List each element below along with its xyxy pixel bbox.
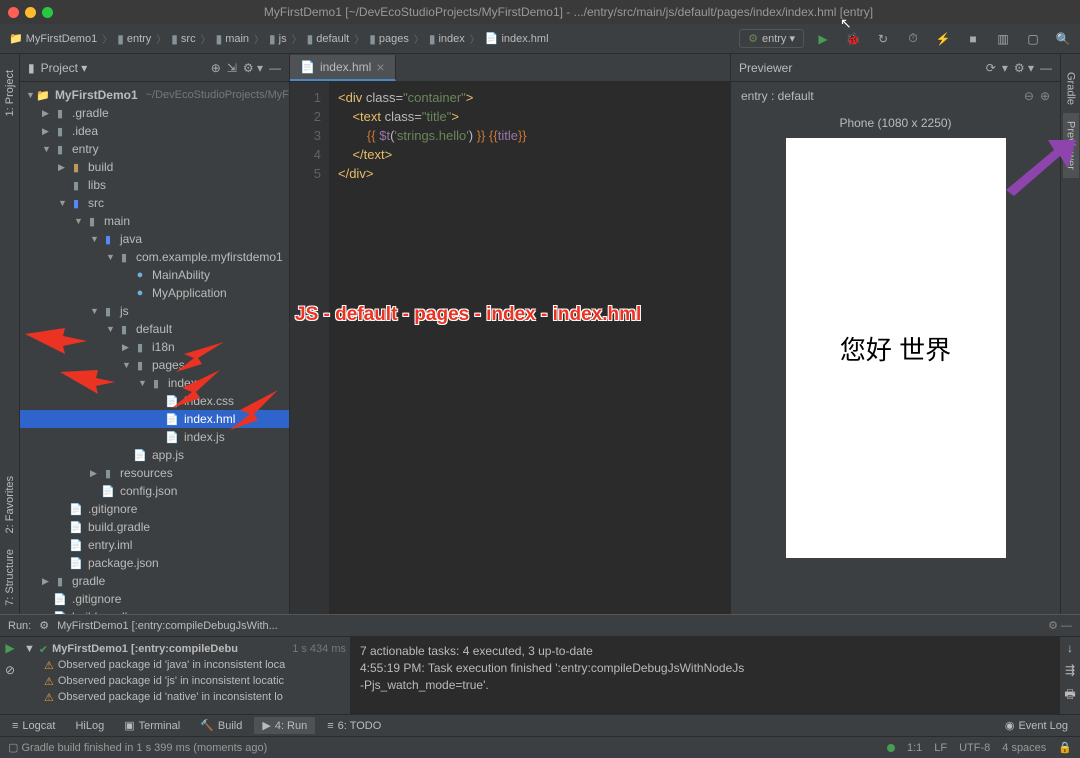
bc-main[interactable]: ▮main (213, 30, 252, 48)
run-task-title: MyFirstDemo1 [:entry:compileDebugJsWith.… (57, 620, 278, 632)
tree-item[interactable]: ●MainAbility (20, 266, 289, 284)
tree-item-js[interactable]: ▼▮js (20, 302, 289, 320)
run-button[interactable]: ▶ (812, 28, 834, 50)
window-title: MyFirstDemo1 [~/DevEcoStudioProjects/MyF… (65, 5, 1072, 19)
settings-icon[interactable]: ⚙ ▾ (243, 61, 263, 75)
tree-item-default[interactable]: ▼▮default (20, 320, 289, 338)
tree-item[interactable]: ▶▮build (20, 158, 289, 176)
refresh-icon[interactable]: ⟳ (986, 61, 996, 75)
search-button[interactable]: 🔍 (1052, 28, 1074, 50)
btab-logcat[interactable]: ≡ Logcat (4, 718, 63, 734)
tree-item[interactable]: 📄config.json (20, 482, 289, 500)
minimize-window[interactable] (25, 7, 36, 18)
sync-button[interactable]: ▥ (992, 28, 1014, 50)
close-tab-icon[interactable]: × (376, 59, 384, 75)
collapse-all-icon[interactable]: ⇲ (227, 61, 237, 75)
tree-item[interactable]: ▮libs (20, 176, 289, 194)
btab-build[interactable]: 🔨 Build (192, 717, 250, 734)
maximize-window[interactable] (42, 7, 53, 18)
side-tab-structure[interactable]: 7: Structure (2, 541, 18, 614)
previewer-title: Previewer (739, 61, 792, 75)
tree-item-index-hml[interactable]: 📄index.hml (20, 410, 289, 428)
bc-src[interactable]: ▮src (168, 30, 198, 48)
tree-item[interactable]: 📄build.gradle (20, 608, 289, 614)
avd-button[interactable]: ▢ (1022, 28, 1044, 50)
tree-item[interactable]: ▶▮gradle (20, 572, 289, 590)
btab-hilog[interactable]: HiLog (67, 718, 112, 734)
project-panel-title[interactable]: Project ▾ (41, 61, 88, 75)
tree-item[interactable]: ▼▮java (20, 230, 289, 248)
project-tree: ▼📁MyFirstDemo1~/DevEcoStudioProjects/MyF… (20, 82, 289, 614)
line-gutter: 1 2 3 4 5 (290, 82, 330, 614)
tree-item[interactable]: ●MyApplication (20, 284, 289, 302)
bc-default[interactable]: ▮default (304, 30, 353, 48)
coverage-button[interactable]: ↻ (872, 28, 894, 50)
print-icon[interactable]: 🖶 (1064, 685, 1075, 706)
attach-button[interactable]: ⚡ (932, 28, 954, 50)
tree-item[interactable]: ▶▮i18n (20, 338, 289, 356)
bc-entry[interactable]: ▮entry (114, 30, 154, 48)
tree-item[interactable]: ▼▮entry (20, 140, 289, 158)
btab-terminal[interactable]: ▣ Terminal (116, 717, 188, 734)
code-content[interactable]: <div class="container"> <text class="tit… (330, 82, 730, 614)
previewer-entry-label: entry : default (741, 89, 814, 103)
zoom-in-icon[interactable]: ⊕ (1040, 89, 1050, 103)
hide-panel-icon[interactable]: — (269, 61, 281, 75)
hide-previewer-icon[interactable]: — (1040, 61, 1052, 75)
tree-item[interactable]: 📄entry.iml (20, 536, 289, 554)
tree-root[interactable]: ▼📁MyFirstDemo1~/DevEcoStudioProjects/MyF (20, 86, 289, 104)
gear-icon[interactable]: ⚙ ▾ (1014, 61, 1034, 75)
side-tab-project[interactable]: 1: Project (2, 62, 18, 124)
rerun-icon[interactable]: ▶ (5, 641, 14, 655)
side-tab-favorites[interactable]: 2: Favorites (2, 468, 18, 541)
bc-index[interactable]: ▮index (426, 30, 468, 48)
phone-hello-text: 您好 世界 (840, 330, 951, 367)
profile-button[interactable]: ⏱ (902, 28, 924, 50)
tree-item[interactable]: 📄build.gradle (20, 518, 289, 536)
tree-item-index-folder[interactable]: ▼▮index (20, 374, 289, 392)
tree-item[interactable]: 📄app.js (20, 446, 289, 464)
tree-item[interactable]: ▶▮resources (20, 464, 289, 482)
zoom-out-icon[interactable]: ⊖ (1024, 89, 1034, 103)
tree-item-pages[interactable]: ▼▮pages (20, 356, 289, 374)
close-window[interactable] (8, 7, 19, 18)
bc-root[interactable]: 📁 MyFirstDemo1 (6, 30, 100, 47)
run-panel-label: Run: (8, 620, 31, 632)
btab-event-log[interactable]: ◉ Event Log (997, 717, 1076, 734)
tree-item[interactable]: ▶▮.gradle (20, 104, 289, 122)
soft-wrap-icon[interactable]: ⇶ (1065, 663, 1075, 677)
stop-run-icon[interactable]: ⊘ (5, 663, 15, 677)
bc-js[interactable]: ▮js (266, 30, 290, 48)
side-tab-previewer[interactable]: Previewer (1063, 113, 1079, 178)
btab-run[interactable]: ▶ 4: Run (254, 717, 315, 734)
tree-item[interactable]: ▼▮main (20, 212, 289, 230)
run-console-output[interactable]: 7 actionable tasks: 4 executed, 3 up-to-… (350, 637, 1060, 714)
tree-item[interactable]: 📄index.js (20, 428, 289, 446)
run-config-selector[interactable]: ⚙entry ▾ (739, 29, 804, 48)
editor-tab-index-hml[interactable]: 📄 index.hml × (290, 55, 396, 81)
tree-item[interactable]: 📄index.css (20, 392, 289, 410)
tree-item[interactable]: 📄.gitignore (20, 500, 289, 518)
filter-icon[interactable]: ▾ (1002, 61, 1008, 75)
phone-dimensions-label: Phone (1080 x 2250) (839, 116, 951, 130)
code-editor[interactable]: 1 2 3 4 5 <div class="container"> <text … (290, 82, 730, 614)
tree-item[interactable]: 📄package.json (20, 554, 289, 572)
phone-preview: 您好 世界 (786, 138, 1006, 558)
btab-todo[interactable]: ≡ 6: TODO (319, 718, 389, 734)
cursor-icon: ↖ (840, 15, 852, 32)
tree-item[interactable]: ▼▮com.example.myfirstdemo1 (20, 248, 289, 266)
tree-item[interactable]: ▶▮.idea (20, 122, 289, 140)
stop-button[interactable]: ■ (962, 28, 984, 50)
bc-file[interactable]: 📄 index.hml (482, 30, 552, 47)
run-settings-icon[interactable]: ⚙ — (1048, 619, 1072, 632)
tree-item[interactable]: 📄.gitignore (20, 590, 289, 608)
side-tab-gradle[interactable]: Gradle (1063, 64, 1079, 113)
scroll-to-end-icon[interactable]: ↓ (1067, 641, 1073, 655)
tree-item[interactable]: ▼▮src (20, 194, 289, 212)
select-opened-file-icon[interactable]: ⊕ (211, 61, 221, 75)
bc-pages[interactable]: ▮pages (366, 30, 412, 48)
breadcrumb: 📁 MyFirstDemo1〉 ▮entry〉 ▮src〉 ▮main〉 ▮js… (6, 30, 739, 48)
